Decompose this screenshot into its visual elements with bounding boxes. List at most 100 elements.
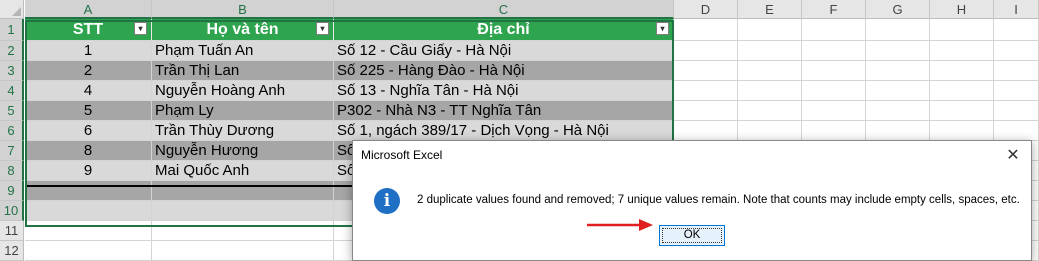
empty-cell[interactable] <box>866 101 930 121</box>
column-header-c[interactable]: C <box>334 0 674 19</box>
empty-cell[interactable] <box>25 221 152 241</box>
row-header-5[interactable]: 5 <box>0 101 24 121</box>
table-cell[interactable]: Số 225 - Hàng Đào - Hà Nội <box>334 61 674 81</box>
table-cell[interactable] <box>25 201 152 221</box>
empty-cell[interactable] <box>738 61 802 81</box>
empty-cell[interactable] <box>674 41 738 61</box>
empty-cell[interactable] <box>738 19 802 41</box>
empty-cell[interactable] <box>994 61 1039 81</box>
row-header-8[interactable]: 8 <box>0 161 24 181</box>
row-header-3[interactable]: 3 <box>0 61 24 81</box>
table-cell[interactable]: 1 <box>25 41 152 61</box>
table-cell[interactable]: Phạm Ly <box>152 101 334 121</box>
message-dialog: Microsoft Excel ✕ i 2 duplicate values f… <box>352 140 1032 261</box>
row-header-1[interactable]: 1 <box>0 19 24 41</box>
table-cell[interactable]: Số 1, ngách 389/17 - Dịch Vọng - Hà Nội <box>334 121 674 141</box>
empty-cell[interactable] <box>802 61 866 81</box>
column-header-i[interactable]: I <box>994 0 1039 19</box>
dialog-body: i 2 duplicate values found and removed; … <box>353 171 1031 260</box>
table-cell[interactable]: Nguyễn Hoàng Anh <box>152 81 334 101</box>
table-header-ho-va-ten[interactable]: Họ và tên ▾ <box>152 19 334 41</box>
row-header-12[interactable]: 12 <box>0 241 24 261</box>
empty-cell[interactable] <box>994 19 1039 41</box>
empty-cell[interactable] <box>866 121 930 141</box>
dialog-titlebar[interactable]: Microsoft Excel ✕ <box>353 141 1031 171</box>
ok-button[interactable]: OK <box>659 225 725 246</box>
table-cell[interactable]: 2 <box>25 61 152 81</box>
column-header-g[interactable]: G <box>866 0 930 19</box>
empty-cell[interactable] <box>152 241 334 261</box>
empty-cell[interactable] <box>738 41 802 61</box>
table-cell[interactable]: 4 <box>25 81 152 101</box>
empty-cell[interactable] <box>930 81 994 101</box>
empty-cell[interactable] <box>738 81 802 101</box>
table-cell[interactable] <box>25 181 152 201</box>
row-header-10[interactable]: 10 <box>0 201 24 221</box>
table-header-stt[interactable]: STT ▾ <box>25 19 152 41</box>
column-header-b[interactable]: B <box>152 0 334 19</box>
select-all-corner[interactable] <box>0 0 24 19</box>
table-header-label: STT <box>72 21 104 38</box>
table-cell[interactable] <box>152 181 334 201</box>
empty-cell[interactable] <box>866 19 930 41</box>
empty-cell[interactable] <box>930 61 994 81</box>
empty-cell[interactable] <box>994 121 1039 141</box>
empty-cell[interactable] <box>738 121 802 141</box>
table-header-label: Địa chỉ <box>477 21 530 38</box>
empty-cell[interactable] <box>802 121 866 141</box>
filter-dropdown-icon[interactable]: ▾ <box>134 22 147 35</box>
table-cell[interactable]: Trần Thùy Dương <box>152 121 334 141</box>
info-icon: i <box>374 188 400 214</box>
table-cell[interactable]: 6 <box>25 121 152 141</box>
table-cell[interactable]: Mai Quốc Anh <box>152 161 334 181</box>
empty-cell[interactable] <box>930 121 994 141</box>
row-header-9[interactable]: 9 <box>0 181 24 201</box>
empty-cell[interactable] <box>930 19 994 41</box>
row-header-11[interactable]: 11 <box>0 221 24 241</box>
empty-cell[interactable] <box>994 81 1039 101</box>
red-arrow-icon <box>587 219 653 231</box>
row-header-2[interactable]: 2 <box>0 41 24 61</box>
row-header-7[interactable]: 7 <box>0 141 24 161</box>
empty-cell[interactable] <box>674 101 738 121</box>
empty-cell[interactable] <box>866 41 930 61</box>
table-cell[interactable]: P302 - Nhà N3 - TT Nghĩa Tân <box>334 101 674 121</box>
row-header-6[interactable]: 6 <box>0 121 24 141</box>
empty-cell[interactable] <box>802 19 866 41</box>
table-cell[interactable] <box>152 201 334 221</box>
close-icon[interactable]: ✕ <box>1001 144 1025 168</box>
filter-dropdown-icon[interactable]: ▾ <box>316 22 329 35</box>
empty-cell[interactable] <box>866 61 930 81</box>
empty-cell[interactable] <box>802 81 866 101</box>
empty-cell[interactable] <box>674 61 738 81</box>
column-header-d[interactable]: D <box>674 0 738 19</box>
empty-cell[interactable] <box>930 41 994 61</box>
empty-cell[interactable] <box>994 41 1039 61</box>
empty-cell[interactable] <box>930 101 994 121</box>
row-header-4[interactable]: 4 <box>0 81 24 101</box>
empty-cell[interactable] <box>674 19 738 41</box>
column-header-a[interactable]: A <box>25 0 152 19</box>
empty-cell[interactable] <box>25 241 152 261</box>
table-cell[interactable]: Trần Thị Lan <box>152 61 334 81</box>
table-header-dia-chi[interactable]: Địa chỉ ▾ <box>334 19 674 41</box>
empty-cell[interactable] <box>802 101 866 121</box>
empty-cell[interactable] <box>674 81 738 101</box>
table-cell[interactable]: 9 <box>25 161 152 181</box>
table-cell[interactable]: Số 13 - Nghĩa Tân - Hà Nội <box>334 81 674 101</box>
empty-cell[interactable] <box>866 81 930 101</box>
column-header-e[interactable]: E <box>738 0 802 19</box>
empty-cell[interactable] <box>152 221 334 241</box>
table-cell[interactable]: Nguyễn Hương <box>152 141 334 161</box>
table-cell[interactable]: Phạm Tuấn An <box>152 41 334 61</box>
column-header-f[interactable]: F <box>802 0 866 19</box>
table-cell[interactable]: 5 <box>25 101 152 121</box>
empty-cell[interactable] <box>674 121 738 141</box>
filter-dropdown-icon[interactable]: ▾ <box>656 22 669 35</box>
empty-cell[interactable] <box>994 101 1039 121</box>
empty-cell[interactable] <box>802 41 866 61</box>
table-cell[interactable]: 8 <box>25 141 152 161</box>
table-cell[interactable]: Số 12 - Cầu Giấy - Hà Nội <box>334 41 674 61</box>
empty-cell[interactable] <box>738 101 802 121</box>
column-header-h[interactable]: H <box>930 0 994 19</box>
